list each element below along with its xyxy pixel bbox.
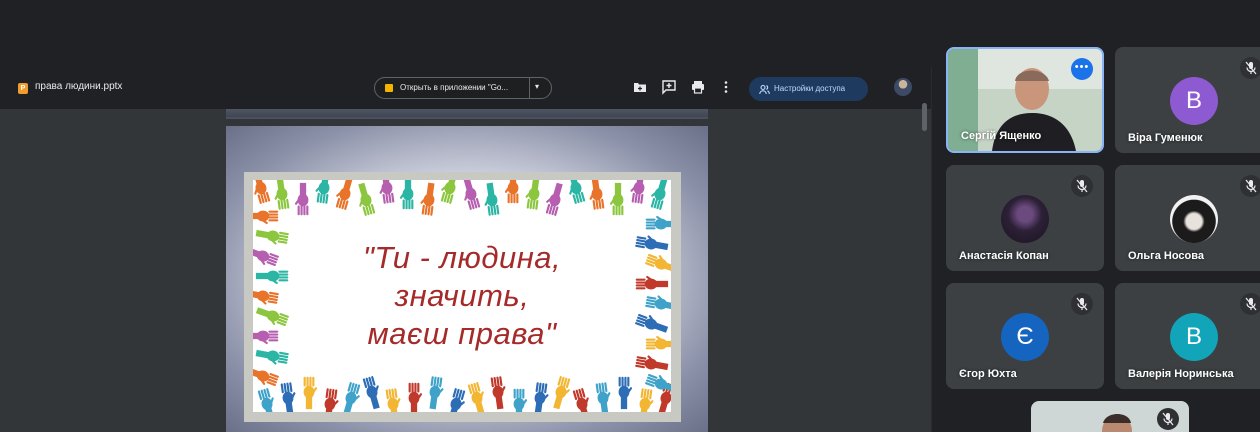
people-icon [759,84,770,95]
viewer-scrollbar[interactable] [922,103,927,131]
participant-name: Сергій Ященко [961,130,1042,142]
file-name: права людини.pptx [35,81,123,92]
participant-tile-vira[interactable]: В Віра Гуменюк [1115,47,1260,153]
mic-off-icon [1240,175,1260,197]
more-horiz-icon: ••• [1074,61,1090,73]
presentation-viewer: P права людини.pptx Открыть в приложении… [0,67,931,432]
dropdown-caret-icon[interactable]: ▾ [535,82,539,91]
slide-card: "Ти - людина, значить, маєш права" [244,172,681,422]
participant-tile-anastasiia[interactable]: Анастасія Копан [946,165,1104,271]
avatar: В [1170,77,1218,125]
more-vert-icon[interactable] [717,78,735,96]
mic-off-icon [1240,293,1260,315]
mic-off-icon [1071,175,1093,197]
participant-tile-serhii[interactable]: ••• Сергій Ященко [946,47,1104,153]
panel-divider [931,67,932,432]
mic-off-icon [1157,408,1179,430]
avatar [1170,195,1218,243]
participant-name: Ольга Носова [1128,250,1205,262]
slide-text: "Ти - людина, значить, маєш права" [253,180,671,412]
avatar [1001,195,1049,243]
participant-tile-partial[interactable] [1031,401,1189,432]
participant-tile-valeriia[interactable]: В Валерія Норинська [1115,283,1260,389]
button-divider [529,78,530,98]
more-options-button[interactable]: ••• [1071,58,1093,80]
participant-tile-olha[interactable]: Ольга Носова [1115,165,1260,271]
participant-name: Віра Гуменюк [1128,132,1203,144]
print-icon[interactable] [689,78,707,96]
slide-line-3: маєш права" [367,316,557,351]
open-in-app-button[interactable]: Открыть в приложении "Go... ▾ [374,77,552,99]
share-settings-label: Настройки доступа [774,84,846,93]
add-comment-icon[interactable] [660,78,678,96]
slide-canvas: "Ти - людина, значить, маєш права" [253,180,671,412]
share-settings-button[interactable]: Настройки доступа [749,77,868,101]
file-toolbar: P права людини.pptx Открыть в приложении… [0,67,931,109]
participant-tile-yehor[interactable]: Є Єгор Юхта [946,283,1104,389]
slide-frame: "Ти - людина, значить, маєш права" [226,126,708,432]
slide-line-2: значить, [394,278,530,313]
slide-line-1: "Ти - людина, [362,240,562,275]
participant-name: Анастасія Копан [959,250,1049,262]
participant-name: Валерія Норинська [1128,368,1234,380]
avatar: В [1170,313,1218,361]
account-avatar[interactable] [894,78,912,96]
participant-name: Єгор Юхта [959,368,1017,380]
avatar: Є [1001,313,1049,361]
mic-off-icon [1240,57,1260,79]
open-in-app-main[interactable]: Открыть в приложении "Go... [375,78,529,98]
add-to-drive-icon[interactable] [631,78,649,96]
mic-off-icon [1071,293,1093,315]
google-slides-icon [385,84,393,92]
open-in-app-label: Открыть в приложении "Go... [400,83,509,92]
pptx-file-icon: P [18,83,28,94]
